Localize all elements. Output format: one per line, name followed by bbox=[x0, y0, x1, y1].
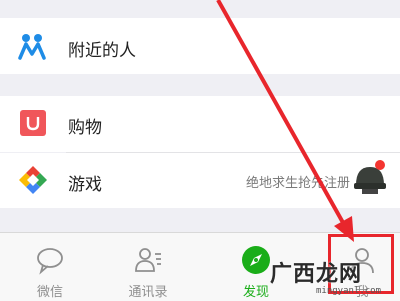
contacts-icon bbox=[135, 248, 161, 272]
nearby-label: 附近的人 bbox=[68, 41, 136, 61]
games-label: 游戏 bbox=[68, 175, 102, 195]
game-helmet-icon bbox=[350, 159, 390, 203]
chat-bubble-icon bbox=[37, 248, 63, 275]
watermark-url: mingyanl.com bbox=[316, 286, 382, 296]
list-item-shopping[interactable]: 购物 bbox=[0, 96, 400, 152]
people-nearby-icon bbox=[18, 32, 46, 64]
tab-chats[interactable]: 微信 bbox=[10, 233, 90, 301]
compass-icon bbox=[242, 246, 270, 274]
tab-label: 微信 bbox=[36, 285, 63, 300]
shopping-bag-icon bbox=[20, 110, 46, 140]
watermark-text: 广西龙网 bbox=[270, 262, 363, 287]
tab-label: 通讯录 bbox=[128, 285, 168, 300]
shopping-label: 购物 bbox=[68, 118, 102, 138]
games-promo-text: 绝地求生抢先注册 bbox=[245, 176, 350, 191]
game-diamond-icon bbox=[18, 165, 48, 199]
tab-contacts[interactable]: 通讯录 bbox=[108, 233, 188, 301]
list-item-games[interactable]: 游戏 绝地求生抢先注册 bbox=[0, 153, 400, 208]
list-item-nearby[interactable]: 附近的人 bbox=[0, 18, 400, 74]
